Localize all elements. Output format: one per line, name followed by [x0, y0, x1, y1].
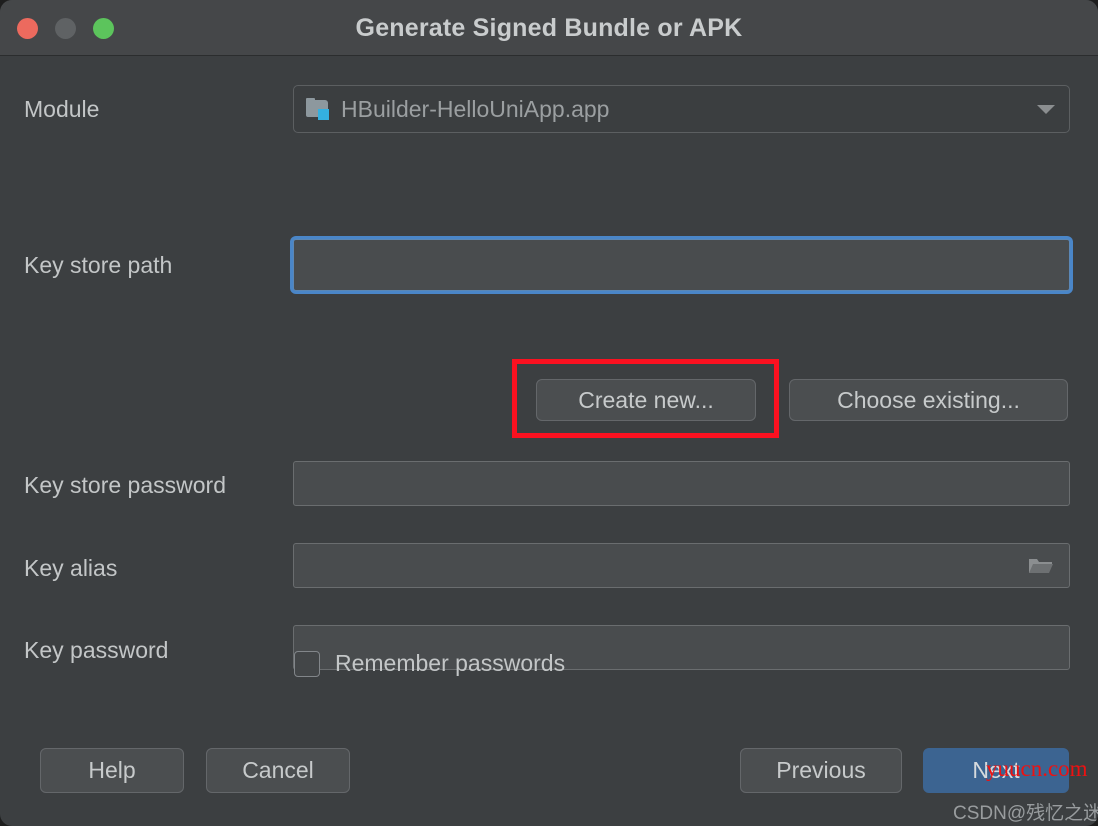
window-title: Generate Signed Bundle or APK [355, 14, 743, 42]
remember-passwords-checkbox[interactable] [294, 650, 320, 677]
key-store-path-label: Key store path [24, 252, 173, 278]
remember-passwords-label: Remember passwords [335, 650, 566, 676]
choose-existing-button[interactable]: Choose existing... [789, 379, 1068, 421]
key-store-password-label: Key store password [24, 472, 226, 498]
create-new-button[interactable]: Create new... [536, 379, 756, 421]
key-alias-input[interactable] [293, 543, 1070, 588]
key-store-password-input[interactable] [293, 461, 1070, 506]
folder-open-icon[interactable] [1027, 555, 1055, 577]
key-store-path-input[interactable] [293, 239, 1070, 291]
module-value: HBuilder-HelloUniApp.app [341, 95, 610, 122]
key-alias-label: Key alias [24, 555, 118, 581]
chevron-down-icon[interactable] [1037, 104, 1055, 114]
module-label: Module [24, 96, 100, 122]
previous-button[interactable]: Previous [740, 748, 902, 793]
key-password-label: Key password [24, 637, 169, 663]
dialog-body: Module HBuilder-HelloUniApp.app Key stor… [0, 56, 1098, 826]
help-button[interactable]: Help [40, 748, 184, 793]
module-dropdown[interactable]: HBuilder-HelloUniApp.app [293, 85, 1070, 133]
title-bar: Generate Signed Bundle or APK [0, 0, 1098, 56]
cancel-button[interactable]: Cancel [206, 748, 350, 793]
dialog-window: Generate Signed Bundle or APK Module HBu… [0, 0, 1098, 826]
remember-passwords-row[interactable]: Remember passwords [294, 650, 565, 677]
next-button[interactable]: Next [923, 748, 1069, 793]
module-folder-icon [306, 98, 332, 120]
